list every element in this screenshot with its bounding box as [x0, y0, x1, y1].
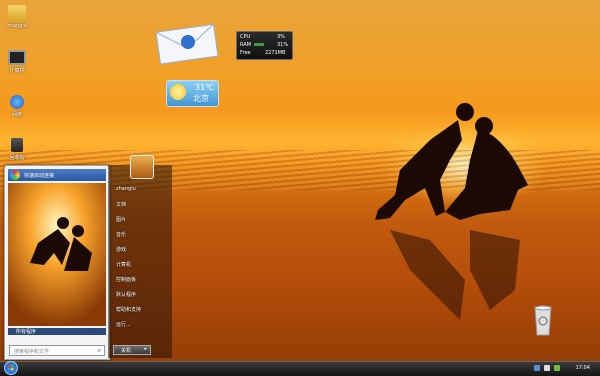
ram-value: 31% — [277, 42, 289, 48]
desktop-icon-label: 回收站 — [9, 155, 25, 161]
weather-temp: 31℃ — [195, 83, 215, 92]
start-menu-left-pane: 快速启动连接 所有程序 搜索程序和文件 ⌕ — [4, 165, 110, 360]
start-menu-right-pane: zhanglu 文档 图片 音乐 游戏 计算机 控制面板 默认程序 帮助和支持 … — [108, 155, 172, 358]
user-avatar[interactable] — [130, 155, 154, 179]
cpu-value: 3% — [277, 34, 285, 40]
pinned-program[interactable]: 快速启动连接 — [8, 169, 106, 181]
mail-gadget[interactable] — [152, 20, 224, 68]
desktop-icon-computer[interactable]: 计算机 — [0, 50, 34, 74]
start-menu: 快速启动连接 所有程序 搜索程序和文件 ⌕ zhanglu 文档 图片 音乐 游… — [2, 155, 172, 360]
cpu-meter-gadget[interactable]: CPU 3% RAM 31% Free 2271MB — [236, 31, 293, 60]
menu-item-pictures[interactable]: 图片 — [116, 216, 126, 223]
search-input[interactable]: 搜索程序和文件 ⌕ — [9, 345, 105, 356]
menu-item-documents[interactable]: 文档 — [116, 201, 126, 208]
menu-item-default-programs[interactable]: 默认程序 — [116, 291, 136, 298]
all-programs-label: 所有程序 — [16, 329, 37, 335]
desktop-icon-recycle-bin[interactable]: 回收站 — [0, 138, 34, 161]
desktop-icon-label: zhanglu — [7, 23, 27, 29]
tray-volume-icon[interactable] — [544, 365, 550, 371]
ram-label: RAM — [240, 42, 252, 48]
menu-item-music[interactable]: 音乐 — [116, 231, 126, 238]
menu-item-control-panel[interactable]: 控制面板 — [116, 276, 136, 283]
desktop-icon-label: 计算机 — [9, 68, 25, 74]
free-value: 2271MB — [265, 50, 286, 56]
network-icon — [10, 95, 24, 109]
desktop-icon-user-folder[interactable]: zhanglu — [0, 5, 34, 29]
recycle-bin-icon[interactable] — [533, 305, 553, 339]
ram-bar — [254, 43, 264, 46]
menu-item-computer[interactable]: 计算机 — [116, 261, 131, 268]
tray-flag-icon[interactable] — [534, 365, 540, 371]
computer-icon — [8, 50, 26, 65]
folder-icon — [8, 5, 26, 21]
menu-item-run[interactable]: 运行... — [116, 321, 131, 328]
shutdown-label: 关机 — [121, 348, 132, 354]
taskbar: 17:04 — [0, 361, 600, 376]
weather-city: 北京 — [193, 94, 209, 103]
recycle-bin-icon — [11, 138, 23, 152]
all-programs-button[interactable]: 所有程序 — [8, 328, 106, 335]
shutdown-button[interactable]: 关机 ▸ — [113, 345, 151, 355]
search-icon: ⌕ — [97, 347, 101, 354]
couple-silhouette — [375, 103, 528, 320]
search-placeholder: 搜索程序和文件 — [14, 349, 50, 355]
desktop-icon-label: 网络 — [11, 112, 22, 118]
start-button[interactable] — [2, 361, 20, 375]
arrow-right-icon: ▸ — [144, 346, 147, 352]
menu-item-help[interactable]: 帮助和支持 — [116, 306, 141, 313]
sun-icon — [170, 84, 186, 100]
pinned-program-label: 快速启动连接 — [24, 173, 55, 179]
weather-gadget[interactable]: 31℃ 北京 — [166, 80, 219, 107]
tray-network-icon[interactable] — [554, 365, 560, 371]
menu-item-user[interactable]: zhanglu — [116, 186, 136, 192]
free-label: Free — [240, 50, 251, 56]
program-icon — [10, 170, 20, 180]
cpu-label: CPU — [240, 34, 251, 40]
mail-count-icon — [181, 35, 195, 49]
desktop-icon-network[interactable]: 网络 — [0, 95, 34, 118]
taskbar-clock[interactable]: 17:04 — [576, 365, 590, 371]
menu-item-games[interactable]: 游戏 — [116, 246, 126, 253]
preview-thumbnail — [8, 183, 106, 326]
